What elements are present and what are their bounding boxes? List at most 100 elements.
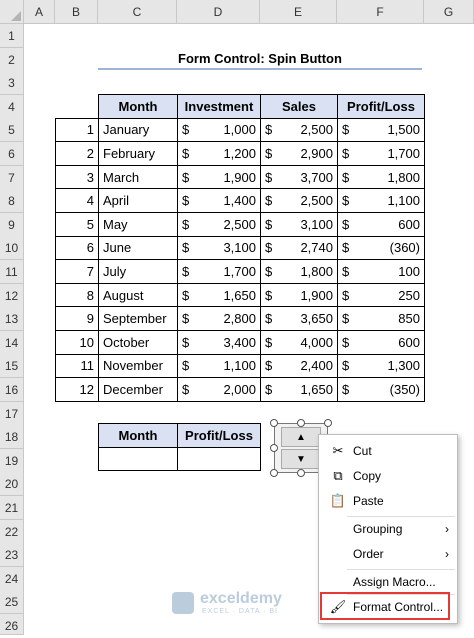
column-header-d[interactable]: D (177, 0, 260, 24)
row-number-cell[interactable]: 1 (55, 117, 99, 143)
sales-cell[interactable]: $3,700 (260, 164, 338, 190)
column-header-a[interactable]: A (24, 0, 55, 24)
row-number-cell[interactable]: 8 (55, 282, 99, 308)
investment-cell[interactable]: $1,100 (177, 353, 261, 379)
investment-cell[interactable]: $3,400 (177, 329, 261, 355)
row-header-7[interactable]: 7 (0, 165, 24, 190)
row-header-21[interactable]: 21 (0, 496, 24, 520)
row-number-cell[interactable]: 12 (55, 377, 99, 402)
row-header-20[interactable]: 20 (0, 472, 24, 497)
sales-cell[interactable]: $4,000 (260, 329, 338, 355)
row-header-15[interactable]: 15 (0, 354, 24, 379)
row-header-22[interactable]: 22 (0, 519, 24, 544)
investment-cell[interactable]: $2,800 (177, 306, 261, 331)
menu-item-cut[interactable]: ✂ Cut (319, 439, 457, 463)
row-header-1[interactable]: 1 (0, 24, 24, 48)
sales-cell[interactable]: $2,900 (260, 141, 338, 166)
sales-cell[interactable]: $1,900 (260, 282, 338, 308)
month-cell[interactable]: January (98, 117, 178, 143)
month-cell[interactable]: May (98, 211, 178, 237)
row-header-14[interactable]: 14 (0, 330, 24, 355)
profit-loss-cell[interactable]: $100 (337, 259, 425, 284)
row-header-3[interactable]: 3 (0, 71, 24, 96)
column-header-e[interactable]: E (260, 0, 337, 24)
row-number-cell[interactable]: 5 (55, 211, 99, 237)
row-header-5[interactable]: 5 (0, 118, 24, 143)
sales-cell[interactable]: $3,100 (260, 211, 338, 237)
resize-handle-top[interactable] (297, 419, 305, 427)
row-number-cell[interactable]: 6 (55, 235, 99, 261)
sales-cell[interactable]: $2,500 (260, 117, 338, 143)
sales-cell[interactable]: $3,650 (260, 306, 338, 331)
sales-cell[interactable]: $2,500 (260, 188, 338, 213)
column-header-b[interactable]: B (55, 0, 98, 24)
row-header-6[interactable]: 6 (0, 142, 24, 166)
header-investment[interactable]: Investment (177, 94, 261, 119)
profit-loss-cell[interactable]: $1,100 (337, 188, 425, 213)
profit-loss-cell[interactable]: $ (350) (337, 377, 425, 402)
row-header-12[interactable]: 12 (0, 283, 24, 308)
investment-cell[interactable]: $1,000 (177, 117, 261, 143)
resize-handle-bottom[interactable] (297, 469, 305, 477)
row-header-8[interactable]: 8 (0, 189, 24, 214)
select-all-corner[interactable] (0, 0, 24, 24)
sales-cell[interactable]: $1,650 (260, 377, 338, 402)
result-month-cell[interactable] (98, 446, 178, 472)
sales-cell[interactable]: $2,400 (260, 353, 338, 379)
profit-loss-cell[interactable]: $1,700 (337, 141, 425, 166)
row-header-13[interactable]: 13 (0, 307, 24, 332)
spin-down-button[interactable]: ▼ (281, 449, 321, 469)
investment-cell[interactable]: $3,100 (177, 235, 261, 261)
month-cell[interactable]: April (98, 188, 178, 213)
month-cell[interactable]: December (98, 377, 178, 402)
row-number-cell[interactable]: 2 (55, 141, 99, 166)
row-header-10[interactable]: 10 (0, 236, 24, 261)
header-month[interactable]: Month (98, 94, 178, 119)
row-header-26[interactable]: 26 (0, 614, 24, 635)
investment-cell[interactable]: $1,400 (177, 188, 261, 213)
investment-cell[interactable]: $1,200 (177, 141, 261, 166)
profit-loss-cell[interactable]: $250 (337, 282, 425, 308)
profit-loss-cell[interactable]: $ (360) (337, 235, 425, 261)
menu-item-assign-macro[interactable]: Assign Macro... (319, 570, 457, 594)
month-cell[interactable]: July (98, 259, 178, 284)
row-header-17[interactable]: 17 (0, 401, 24, 426)
menu-item-order[interactable]: Order › (319, 542, 457, 566)
month-cell[interactable]: September (98, 306, 178, 331)
spin-up-button[interactable]: ▲ (281, 427, 321, 447)
row-number-cell[interactable]: 7 (55, 259, 99, 284)
row-header-25[interactable]: 25 (0, 590, 24, 615)
result-profit-loss-cell[interactable] (177, 446, 261, 472)
profit-loss-cell[interactable]: $600 (337, 211, 425, 237)
row-number-cell[interactable]: 11 (55, 353, 99, 379)
row-header-2[interactable]: 2 (0, 47, 24, 72)
row-header-18[interactable]: 18 (0, 425, 24, 450)
month-cell[interactable]: November (98, 353, 178, 379)
month-cell[interactable]: June (98, 235, 178, 261)
profit-loss-cell[interactable]: $1,800 (337, 164, 425, 190)
column-header-f[interactable]: F (337, 0, 424, 24)
month-cell[interactable]: March (98, 164, 178, 190)
profit-loss-cell[interactable]: $850 (337, 306, 425, 331)
column-header-c[interactable]: C (98, 0, 177, 24)
result-header-profit-loss[interactable]: Profit/Loss (177, 423, 261, 448)
column-header-g[interactable]: G (424, 0, 474, 24)
row-header-16[interactable]: 16 (0, 378, 24, 402)
row-header-4[interactable]: 4 (0, 94, 24, 119)
row-number-cell[interactable]: 9 (55, 306, 99, 331)
row-header-19[interactable]: 19 (0, 448, 24, 473)
row-header-11[interactable]: 11 (0, 260, 24, 284)
profit-loss-cell[interactable]: $600 (337, 329, 425, 355)
investment-cell[interactable]: $1,700 (177, 259, 261, 284)
header-profit-loss[interactable]: Profit/Loss (337, 94, 425, 119)
resize-handle-top-right[interactable] (324, 419, 332, 427)
month-cell[interactable]: October (98, 329, 178, 355)
menu-item-copy[interactable]: ⧉ Copy (319, 464, 457, 488)
resize-handle-bottom-left[interactable] (270, 469, 278, 477)
month-cell[interactable]: August (98, 282, 178, 308)
investment-cell[interactable]: $2,500 (177, 211, 261, 237)
sales-cell[interactable]: $2,740 (260, 235, 338, 261)
header-sales[interactable]: Sales (260, 94, 338, 119)
row-number-cell[interactable]: 3 (55, 164, 99, 190)
sales-cell[interactable]: $1,800 (260, 259, 338, 284)
